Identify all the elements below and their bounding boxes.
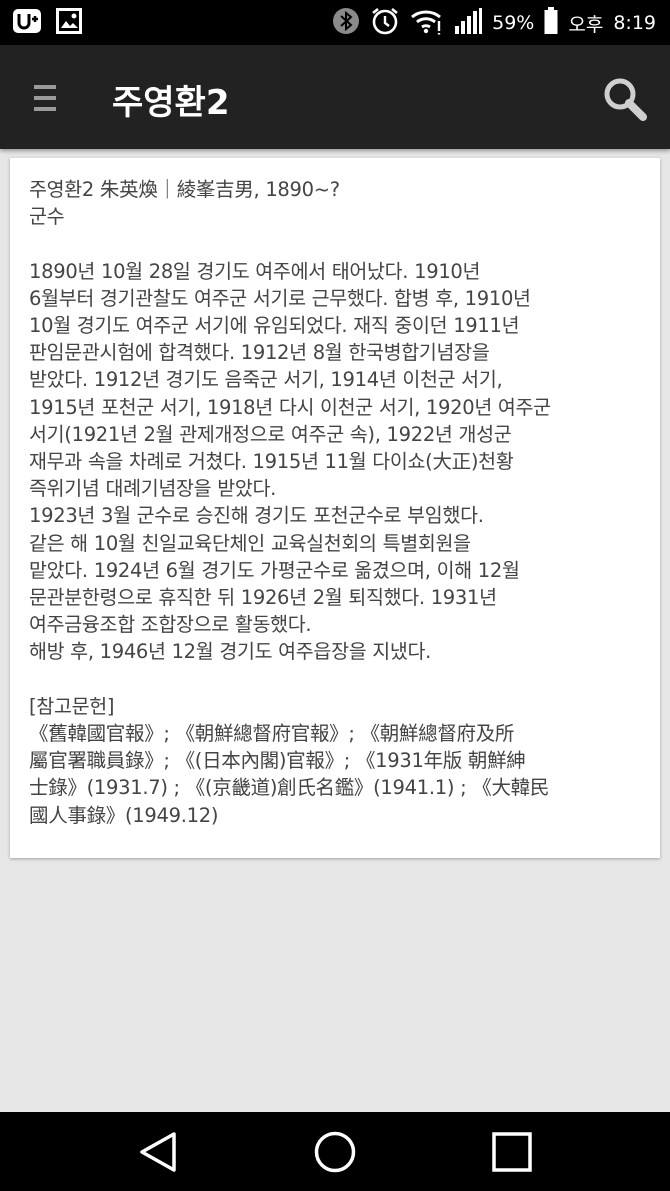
page-title: 주영환2 [112, 83, 230, 123]
gallery-icon [56, 8, 82, 38]
battery-percent: 59% [492, 12, 535, 34]
battery-icon [544, 7, 558, 39]
body-line: 문관분한령으로 휴직한 뒤 1926년 2월 퇴직했다. 1931년 [29, 586, 497, 610]
reference-line: 《舊韓國官報》; 《朝鮮總督府官報》; 《朝鮮總督府及所 [29, 722, 515, 746]
body-line: 해방 후, 1946년 12월 경기도 여주읍장을 지냈다. [29, 640, 432, 664]
reference-line: 士錄》(1931.7) ; 《(京畿道)創氏名鑑》(1941.1) ; 《大韓民 [29, 776, 550, 800]
article-subtitle: 군수 [29, 205, 65, 229]
back-icon[interactable] [136, 1130, 180, 1174]
body-line: 1915년 포천군 서기, 1918년 다시 이천군 서기, 1920년 여주군 [29, 395, 551, 419]
body-line: 재무과 속을 차례로 거쳤다. 1915년 11월 다이쇼(大正)천황 [29, 450, 514, 474]
body-line: 같은 해 10월 친일교육단체인 교육실천회의 특별회원을 [29, 531, 471, 555]
u-plus-icon [12, 8, 42, 38]
body-line: 판임문관시험에 합격했다. 1912년 8월 한국병합기념장을 [29, 341, 490, 365]
body-line: 10월 경기도 여주군 서기에 유임되었다. 재직 중이던 1911년 [29, 314, 520, 337]
reference-line: 屬官署職員錄》; 《(日本內閣)官報》; 《1931年版 朝鮮紳 [29, 749, 526, 773]
body-line: 서기(1921년 2월 관제개정으로 여주군 속), 1922년 개성군 [29, 422, 512, 446]
body-line: 즉위기념 대례기념장을 받았다. [29, 477, 277, 501]
body-line: 1890년 10월 28일 경기도 여주에서 태어났다. 1910년 [29, 259, 481, 283]
navigation-bar [0, 1112, 670, 1191]
body-line: 여주금융조합 조합장으로 활동했다. [29, 613, 312, 637]
status-bar-left [12, 8, 82, 38]
article-heading: 주영환2 朱英煥｜綾峯吉男, 1890~? [29, 178, 340, 201]
body-line: 6월부터 경기관찰도 여주군 서기로 근무했다. 합병 후, 1910년 [29, 286, 531, 310]
menu-icon[interactable] [34, 85, 58, 111]
clock-ampm: 오후 [568, 13, 604, 36]
clock-time: 8:19 [613, 12, 656, 34]
body-line: 1923년 3월 군수로 승진해 경기도 포천군수로 부임했다. [29, 504, 484, 528]
bluetooth-icon [332, 6, 360, 40]
article-content: 주영환2 朱英煥｜綾峯吉男, 1890~? 군수 1890년 10월 28일 경… [29, 176, 647, 829]
status-bar: 59% 오후 8:19 [0, 0, 670, 45]
wifi-icon [410, 7, 444, 39]
alarm-icon [370, 6, 400, 40]
home-icon[interactable] [313, 1130, 357, 1174]
body-line: 받았다. 1912년 경기도 음죽군 서기, 1914년 이천군 서기, [29, 368, 503, 392]
article-card: 주영환2 朱英煥｜綾峯吉男, 1890~? 군수 1890년 10월 28일 경… [10, 158, 660, 858]
status-bar-right: 59% 오후 8:19 [332, 6, 656, 40]
reference-line: 國人事錄》(1949.12) [29, 803, 219, 827]
references-label: [참고문헌] [29, 694, 115, 718]
body-line: 맡았다. 1924년 6월 경기도 가평군수로 옮겼으며, 이해 12월 [29, 558, 520, 582]
search-icon[interactable] [602, 76, 648, 122]
signal-icon [454, 7, 483, 39]
recent-apps-icon[interactable] [490, 1130, 534, 1174]
app-bar: 주영환2 [0, 45, 670, 149]
